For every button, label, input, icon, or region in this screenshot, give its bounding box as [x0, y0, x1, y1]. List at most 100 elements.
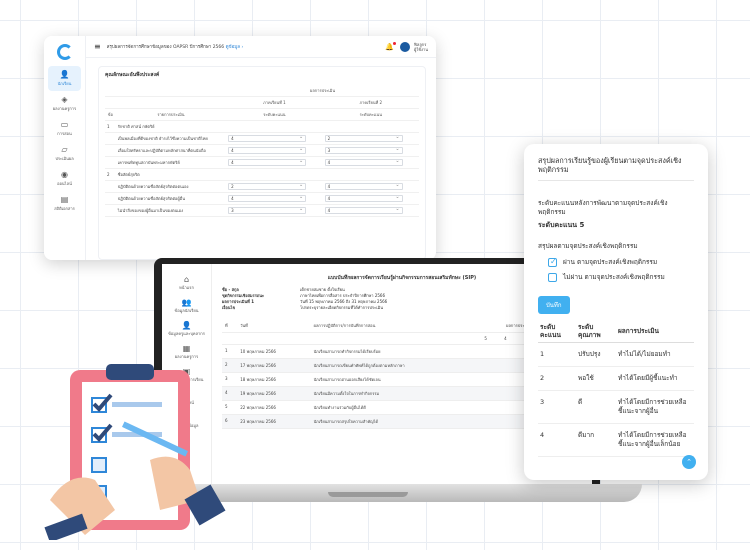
- row-activity: นักเรียนสามารถเขียนคำศัพท์ได้ถูกต้องตามห…: [310, 358, 482, 373]
- row-term2: 2: [322, 132, 419, 145]
- row-term2: 4: [322, 192, 419, 205]
- score-select[interactable]: 3: [228, 207, 307, 214]
- row-term2: 4: [322, 180, 419, 193]
- row-scale-cell[interactable]: [501, 358, 521, 373]
- row-scale-cell[interactable]: [481, 344, 502, 359]
- header-score2: ระดับคะแนน: [322, 108, 419, 121]
- row-date: 23 พฤษภาคม 2566: [237, 414, 311, 429]
- avatar[interactable]: [400, 41, 411, 52]
- option-fail[interactable]: ไม่ผ่าน ตามจุดประสงค์เชิงพฤติกรรม: [548, 272, 694, 282]
- sidebar-item[interactable]: 👤 นักเรียน: [48, 66, 81, 91]
- top-bar: ≡ สรุปผลการจัดการศึกษาข้อมูลของ OAPSR ปี…: [86, 36, 436, 58]
- summary-title: สรุปผลการเรียนรู้ของผู้เรียนตามจุดประสงค…: [538, 156, 694, 181]
- score-select[interactable]: 4: [228, 147, 307, 154]
- row-item: ปฏิบัติตนด้วยความซื่อสัตย์สุจริตต่อตนเอง: [115, 180, 227, 193]
- row-scale-cell[interactable]: [501, 400, 521, 415]
- list-line: [112, 402, 162, 407]
- sidebar-item[interactable]: ▱ ประเมินผล: [44, 141, 85, 166]
- clipboard-illustration: [44, 364, 226, 540]
- score-select[interactable]: 2: [324, 135, 403, 142]
- sidebar-item-label: ออนไลน์: [57, 181, 72, 186]
- bell-icon[interactable]: 🔔: [385, 41, 397, 51]
- row-term1: [226, 168, 323, 181]
- table-row: 3 ดี ทำได้โดยมีการช่วยเหลือ ชี้แนะจากผู้อื…: [538, 390, 694, 424]
- sidebar-item[interactable]: ◈ ผลงานครูการ: [44, 91, 85, 116]
- option-pass-label: ผ่าน ตามจุดประสงค์เชิงพฤติกรรม: [563, 258, 658, 266]
- row-term1: 4: [226, 192, 323, 205]
- row-score: 3: [538, 390, 576, 424]
- checkbox-icon[interactable]: [548, 272, 557, 282]
- score-select[interactable]: 4: [228, 195, 307, 202]
- info-value: โปรดระบุรายละเอียดกิจกรรมที่ได้ทำการประเ…: [300, 305, 383, 310]
- row-scale-cell[interactable]: [481, 400, 502, 415]
- score-select[interactable]: 4: [324, 183, 403, 190]
- row-item: รักชาติ ศาสน์ กษัตริย์: [115, 120, 227, 133]
- table-row: 4 ดีมาก ทำได้โดยมีการช่วยเหลือ ชี้แนะจากผู…: [538, 423, 694, 457]
- score-select[interactable]: 4: [228, 159, 307, 166]
- row-quality: ดี: [576, 390, 616, 424]
- header-term1: ภาคเรียนที่ 1: [226, 96, 323, 109]
- row-no: [105, 180, 116, 193]
- row-no: [105, 144, 116, 157]
- save-button[interactable]: บันทึก: [538, 296, 570, 314]
- title-link[interactable]: ดูข้อมูล ›: [226, 45, 244, 50]
- row-scale-cell[interactable]: [481, 386, 502, 401]
- score-select[interactable]: 3: [324, 147, 403, 154]
- row-scale-cell[interactable]: [481, 414, 502, 429]
- notification-dot: [393, 41, 397, 45]
- row-result: ทำได้โดยมีผู้ชี้แนะทำ: [616, 366, 694, 391]
- row-no: 2: [105, 168, 116, 181]
- row-scale-cell[interactable]: [481, 358, 502, 373]
- header-group: ผลการประเมิน: [226, 85, 419, 97]
- sidebar: 👤 นักเรียน ◈ ผลงานครูการ ▭ การสอน ▱ ประเมินผล ◉ อ…: [44, 36, 86, 260]
- score-select[interactable]: 4: [324, 159, 403, 166]
- sidebar-item[interactable]: 👤 ข้อมูลครูและบุคลากร: [162, 321, 211, 337]
- score-select[interactable]: 4: [228, 135, 307, 142]
- row-term1: 4: [226, 156, 323, 169]
- row-no: [105, 204, 116, 217]
- row-item: ซื่อสัตย์สุจริต: [115, 168, 227, 181]
- row-date: 10 พฤษภาคม 2566: [237, 344, 311, 359]
- row-activity: นักเรียนมีความตั้งใจในการทำกิจกรรม: [310, 386, 482, 401]
- header-item: รายการประเมิน: [115, 108, 227, 121]
- scale-header: 5: [481, 332, 502, 345]
- main-panel: คุณลักษณะอันพึงประสงค์ ผลการประเมิน ภาคเ…: [98, 66, 426, 260]
- sidebar-item[interactable]: ◉ ออนไลน์: [44, 166, 85, 191]
- checkbox-checked-icon[interactable]: [548, 257, 557, 267]
- score-select[interactable]: 4: [324, 195, 403, 202]
- page-title: สรุปผลการจัดการศึกษาข้อมูลของ OAPSR ปีกา…: [107, 43, 386, 50]
- header-score: ระดับคะแนน: [538, 320, 576, 343]
- row-scale-cell[interactable]: [501, 414, 521, 429]
- sidebar-item-label: การสอน: [57, 131, 72, 136]
- sidebar-item[interactable]: ⌂ หน้าแรก: [162, 275, 211, 291]
- table-row: ไม่นำสิ่งของของผู้อื่นมาเป็นของตนเอง3 4: [105, 204, 419, 217]
- row-scale-cell[interactable]: [501, 372, 521, 387]
- row-scale-cell[interactable]: [501, 386, 521, 401]
- book-icon: ▭: [60, 120, 69, 129]
- row-scale-cell[interactable]: [481, 372, 502, 387]
- row-date: 18 พฤษภาคม 2566: [237, 372, 311, 387]
- row-score: 2: [538, 366, 576, 391]
- table-row: 2 ซื่อสัตย์สุจริต: [105, 168, 419, 181]
- sidebar-item[interactable]: ▭ การสอน: [44, 116, 85, 141]
- table-row: เลื่อมใสศรัทธาและปฏิบัติตามหลักศาสนาที่ต…: [105, 144, 419, 157]
- sidebar-item-label: ประเมินผล: [55, 156, 74, 161]
- row-scale-cell[interactable]: [501, 344, 521, 359]
- score-select[interactable]: 2: [228, 183, 307, 190]
- sidebar-item-label: ข้อมูลนักเรียน: [174, 308, 199, 313]
- row-quality: ดีมาก: [576, 423, 616, 457]
- option-pass[interactable]: ผ่าน ตามจุดประสงค์เชิงพฤติกรรม: [548, 257, 694, 267]
- header-no: ที่: [222, 319, 238, 333]
- option-fail-label: ไม่ผ่าน ตามจุดประสงค์เชิงพฤติกรรม: [563, 273, 665, 281]
- menu-icon[interactable]: ≡: [94, 42, 101, 51]
- scroll-up-icon[interactable]: ⌃: [682, 455, 696, 469]
- sidebar-item[interactable]: 👥 ข้อมูลนักเรียน: [162, 298, 211, 314]
- row-item: เลื่อมใสศรัทธาและปฏิบัติตามหลักศาสนาที่ต…: [115, 144, 227, 157]
- score-select[interactable]: 4: [324, 207, 403, 214]
- sidebar-item[interactable]: ▤ สถิติเอกสาร: [44, 191, 85, 216]
- teacher-icon: 👤: [181, 321, 192, 330]
- summary-panel: สรุปผลการเรียนรู้ของผู้เรียนตามจุดประสงค…: [524, 144, 708, 480]
- assessment-table: ผลการประเมิน ภาคเรียนที่ 1 ภาคเรียนที่ 2 …: [105, 85, 419, 217]
- row-no: [105, 192, 116, 205]
- sidebar-item-label: ข้อมูลครูและบุคลากร: [168, 331, 205, 336]
